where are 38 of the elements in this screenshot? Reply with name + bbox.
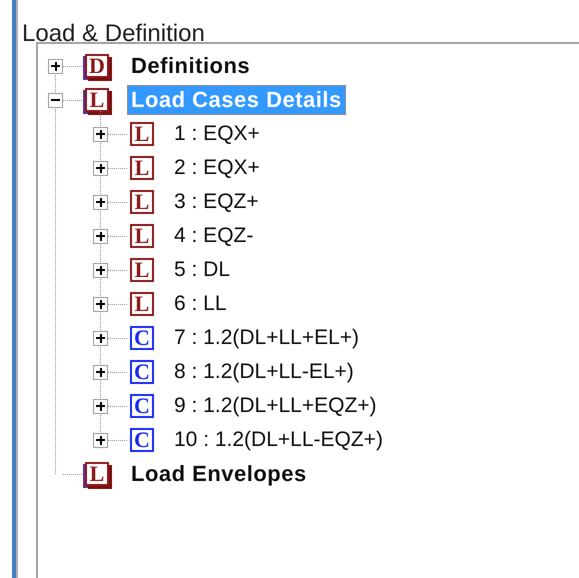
expand-toggle[interactable] bbox=[93, 398, 108, 414]
tree-item[interactable]: 10 : 1.2(DL+LL-EQZ+) bbox=[170, 426, 387, 454]
stacked-book-icon: L bbox=[85, 88, 109, 112]
letter-icon: C bbox=[130, 360, 154, 384]
expand-toggle[interactable] bbox=[48, 58, 63, 74]
letter-icon: L bbox=[130, 156, 154, 180]
letter-icon: C bbox=[130, 394, 154, 418]
tree-item[interactable]: Load Envelopes bbox=[127, 459, 311, 489]
collapse-toggle[interactable] bbox=[48, 92, 63, 108]
letter-icon: L bbox=[130, 224, 154, 248]
expand-toggle[interactable] bbox=[93, 330, 108, 346]
expand-toggle[interactable] bbox=[93, 228, 108, 244]
tree-item[interactable]: 5 : DL bbox=[170, 256, 234, 284]
tree-item[interactable]: 7 : 1.2(DL+LL+EL+) bbox=[170, 324, 364, 352]
letter-icon: L bbox=[130, 122, 154, 146]
stacked-book-icon: D bbox=[85, 54, 109, 78]
tree-item[interactable]: 9 : 1.2(DL+LL+EQZ+) bbox=[170, 392, 381, 420]
letter-icon: L bbox=[130, 292, 154, 316]
tree-item[interactable]: 4 : EQZ- bbox=[170, 222, 258, 250]
letter-icon: L bbox=[130, 258, 154, 282]
letter-icon: C bbox=[130, 428, 154, 452]
expand-toggle[interactable] bbox=[93, 296, 108, 312]
tree-item[interactable]: 2 : EQX+ bbox=[170, 154, 264, 182]
tree-item[interactable]: 6 : LL bbox=[170, 290, 231, 318]
tree-item[interactable]: Definitions bbox=[127, 51, 254, 81]
panel-title: Load & Definition bbox=[21, 19, 206, 42]
tree-item[interactable]: 1 : EQX+ bbox=[170, 120, 264, 148]
expand-toggle[interactable] bbox=[93, 194, 108, 210]
letter-icon: C bbox=[130, 326, 154, 350]
expand-toggle[interactable] bbox=[93, 160, 108, 176]
stacked-book-icon: L bbox=[85, 462, 109, 486]
tree-item[interactable]: 3 : EQZ+ bbox=[170, 188, 263, 216]
tree-item[interactable]: 8 : 1.2(DL+LL-EL+) bbox=[170, 358, 358, 386]
expand-toggle[interactable] bbox=[93, 262, 108, 278]
expand-toggle[interactable] bbox=[93, 126, 108, 142]
letter-icon: L bbox=[130, 190, 154, 214]
expand-toggle[interactable] bbox=[93, 364, 108, 380]
expand-toggle[interactable] bbox=[93, 432, 108, 448]
